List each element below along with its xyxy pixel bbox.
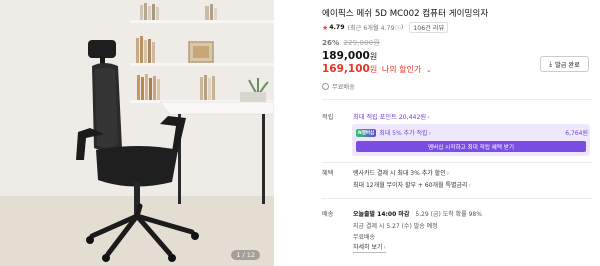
membership-box: N멤버십 최대 5% 추가 적립› 6,764원 멤버십 시작하고 최대 적립 … (352, 124, 590, 156)
rating-recent-note: (최근 6개월 4.79 (347, 25, 395, 32)
chair-photo (0, 0, 274, 266)
sale-price-unit: 원 (369, 52, 378, 61)
download-icon: ⤓ (549, 59, 553, 68)
points-section-label: 적립 (322, 114, 334, 121)
membership-points: 6,764원 (565, 130, 588, 137)
reviews-link[interactable]: 106건 리뷰 (409, 22, 449, 33)
benefits-section-label: 혜택 (322, 170, 334, 177)
chevron-down-icon: ⌄ (425, 66, 432, 74)
rating-score: 4.79 (329, 24, 345, 31)
order-deadline: 오늘출발 14:00 마감 (353, 211, 410, 218)
benefit-installment[interactable]: 최대 12개월 무이자 할부 + 60개월 특별금리› (353, 180, 471, 189)
chevron-right-icon: › (428, 130, 431, 137)
chevron-right-icon: › (446, 170, 450, 177)
delivery-section-label: 배송 (322, 211, 334, 218)
chevron-right-icon: › (427, 114, 430, 121)
image-page-counter: 1 / 12 (231, 250, 260, 260)
rating-recent-close: ) (400, 24, 404, 31)
sale-price-value: 189,000 (322, 50, 370, 62)
star-icon: ★ (322, 23, 329, 32)
membership-row[interactable]: N멤버십 최대 5% 추가 적립› 6,764원 (356, 128, 588, 137)
original-price: 229,000원 (343, 38, 380, 47)
divider (322, 99, 592, 100)
my-price-value: 169,100 (322, 63, 370, 75)
coupon-button-label: 발급 완료 (555, 61, 580, 69)
membership-badge: N멤버십 (356, 128, 377, 137)
delivery-deadline-row: 오늘출발 14:00 마감 · 5.29 (금) 도착 확률 98% (353, 211, 482, 218)
delivery-detail-link[interactable]: 자세히 보기› (353, 244, 386, 253)
divider (322, 198, 592, 199)
coupon-issued-button[interactable]: ⤓ 발급 완료 (540, 56, 589, 72)
benefit-card-discount[interactable]: 랭사카드 결제 시 최대 3% 추가 할인› (353, 168, 449, 177)
payment-note: 지금 결제 시 5.27 (수) 발송 예정 (353, 223, 438, 230)
my-discount-price[interactable]: 169,100원 나의 할인가 ⌄ (322, 63, 432, 75)
shipping-row: 무료배송 (322, 82, 355, 91)
discount-row: 26% 229,000원 (322, 38, 380, 48)
membership-start-button[interactable]: 멤버십 시작하고 최대 적립 혜택 받기 (356, 141, 586, 152)
sale-price: 189,000원 (322, 50, 377, 62)
product-title: 에이픽스 메쉬 5D MC002 컴퓨터 게이밍의자 (322, 9, 489, 19)
delivery-fee: 무료배송 (353, 234, 376, 241)
max-points-label: 최대 적립 포인트 20,442원 (353, 114, 427, 121)
membership-text: 최대 5% 추가 적립› (379, 130, 431, 137)
max-points-link[interactable]: 최대 적립 포인트 20,442원› (353, 112, 430, 121)
chevron-right-icon: › (468, 182, 471, 189)
truck-icon (322, 83, 329, 90)
my-price-unit: 원 (369, 65, 378, 74)
product-info: 에이픽스 메쉬 5D MC002 컴퓨터 게이밍의자 ★ 4.79 (최근 6개… (322, 0, 592, 266)
divider (322, 162, 592, 163)
shipping-label: 무료배송 (332, 84, 355, 91)
rating-row: ★ 4.79 (최근 6개월 4.79 ⓘ ) 106건 리뷰 (322, 22, 449, 33)
discount-percent: 26% (322, 38, 340, 47)
chevron-right-icon: › (383, 244, 386, 251)
product-image[interactable]: 1 / 12 (0, 0, 274, 266)
arrival-estimate: 5.29 (금) 도착 확률 98% (415, 211, 482, 218)
my-price-label: 나의 할인가 (381, 65, 422, 74)
